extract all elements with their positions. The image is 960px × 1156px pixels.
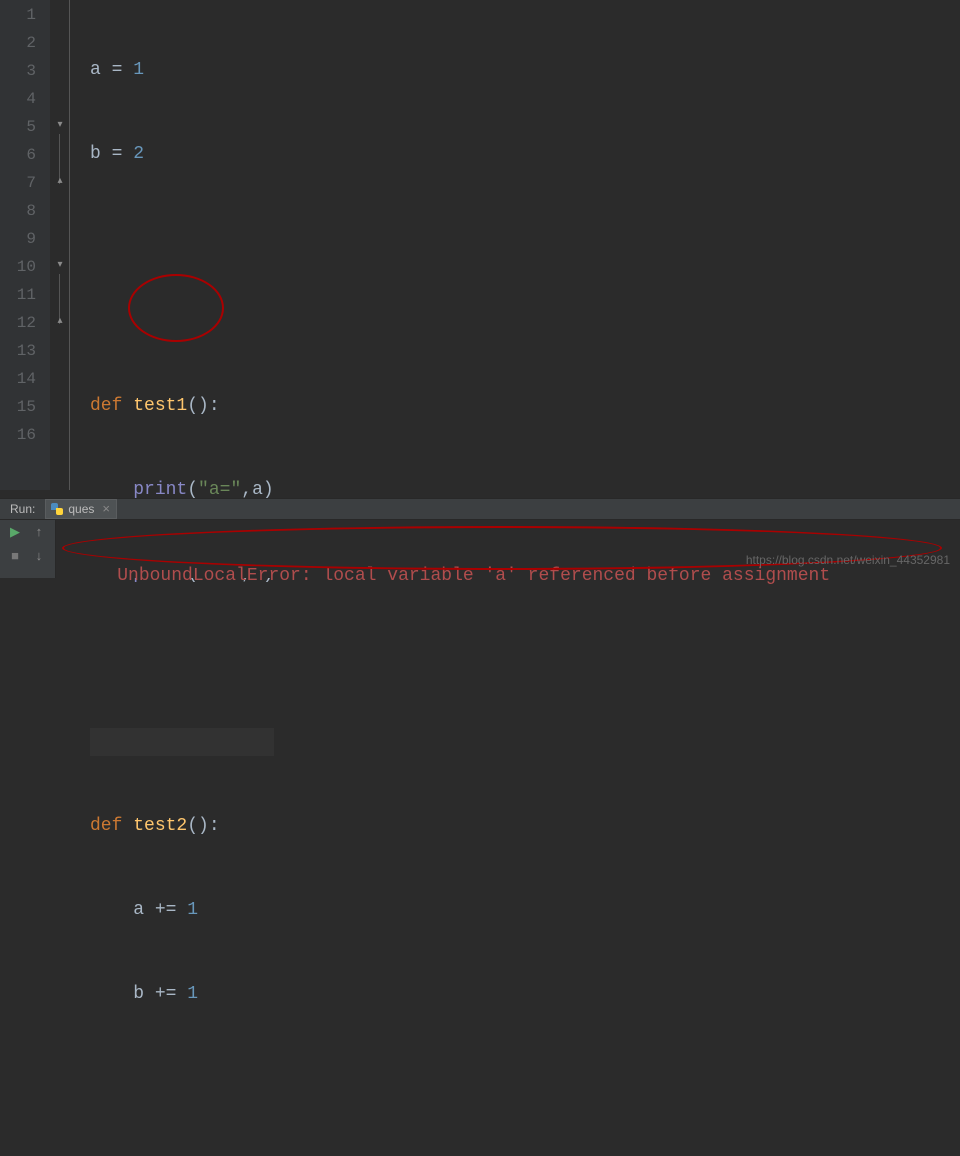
- line-number: 8: [0, 197, 36, 225]
- code-editor[interactable]: 1 2 3 4 5 6 7 8 9 10 11 12 13 14 15 16 ▾…: [0, 0, 960, 490]
- code-line: a = 1: [90, 56, 274, 84]
- line-number: 6: [0, 141, 36, 169]
- fold-icon[interactable]: ▾: [54, 260, 66, 272]
- down-button[interactable]: ↓: [30, 548, 48, 566]
- line-number: 9: [0, 225, 36, 253]
- close-icon[interactable]: ×: [102, 495, 110, 523]
- line-number: 4: [0, 85, 36, 113]
- code-line: [90, 1064, 274, 1092]
- tab-label: ques: [68, 495, 94, 523]
- code-line: b += 1: [90, 980, 274, 1008]
- run-tab[interactable]: ques ×: [45, 499, 117, 519]
- code-line: [90, 308, 274, 336]
- watermark: https://blog.csdn.net/weixin_44352981: [746, 546, 950, 574]
- python-icon: [50, 502, 64, 516]
- line-number: 13: [0, 337, 36, 365]
- line-number: 12: [0, 309, 36, 337]
- code-line: [90, 1148, 274, 1156]
- fold-icon[interactable]: ▾: [54, 120, 66, 132]
- line-number: 10: [0, 253, 36, 281]
- line-number: 15: [0, 393, 36, 421]
- line-number: 2: [0, 29, 36, 57]
- code-area[interactable]: a = 1 b = 2 def test1(): print("a=",a) p…: [70, 0, 274, 490]
- code-line: [90, 224, 274, 252]
- fold-column: ▾ ▴ ▾ ▴: [50, 0, 70, 490]
- output-gutter: ▶ ■ ↑ ↓: [0, 520, 56, 578]
- code-line: b = 2: [90, 140, 274, 168]
- fold-end-icon[interactable]: ▴: [54, 316, 66, 328]
- run-toolbar: Run: ques ×: [0, 498, 960, 520]
- code-line: a += 1: [90, 896, 274, 924]
- line-number: 7: [0, 169, 36, 197]
- error-message: UnboundLocalError: local variable 'a' re…: [117, 566, 830, 586]
- line-number: 16: [0, 421, 36, 449]
- rerun-button[interactable]: ▶: [6, 524, 24, 542]
- code-line: [90, 644, 274, 672]
- stop-button[interactable]: ■: [6, 548, 24, 566]
- up-button[interactable]: ↑: [30, 524, 48, 542]
- line-number: 3: [0, 57, 36, 85]
- line-number: 5: [0, 113, 36, 141]
- line-number: 11: [0, 281, 36, 309]
- line-number: 1: [0, 1, 36, 29]
- code-line: [90, 728, 274, 756]
- code-line: def test1():: [90, 392, 274, 420]
- fold-end-icon[interactable]: ▴: [54, 176, 66, 188]
- code-line: def test2():: [90, 812, 274, 840]
- line-number-gutter: 1 2 3 4 5 6 7 8 9 10 11 12 13 14 15 16: [0, 0, 50, 490]
- line-number: 14: [0, 365, 36, 393]
